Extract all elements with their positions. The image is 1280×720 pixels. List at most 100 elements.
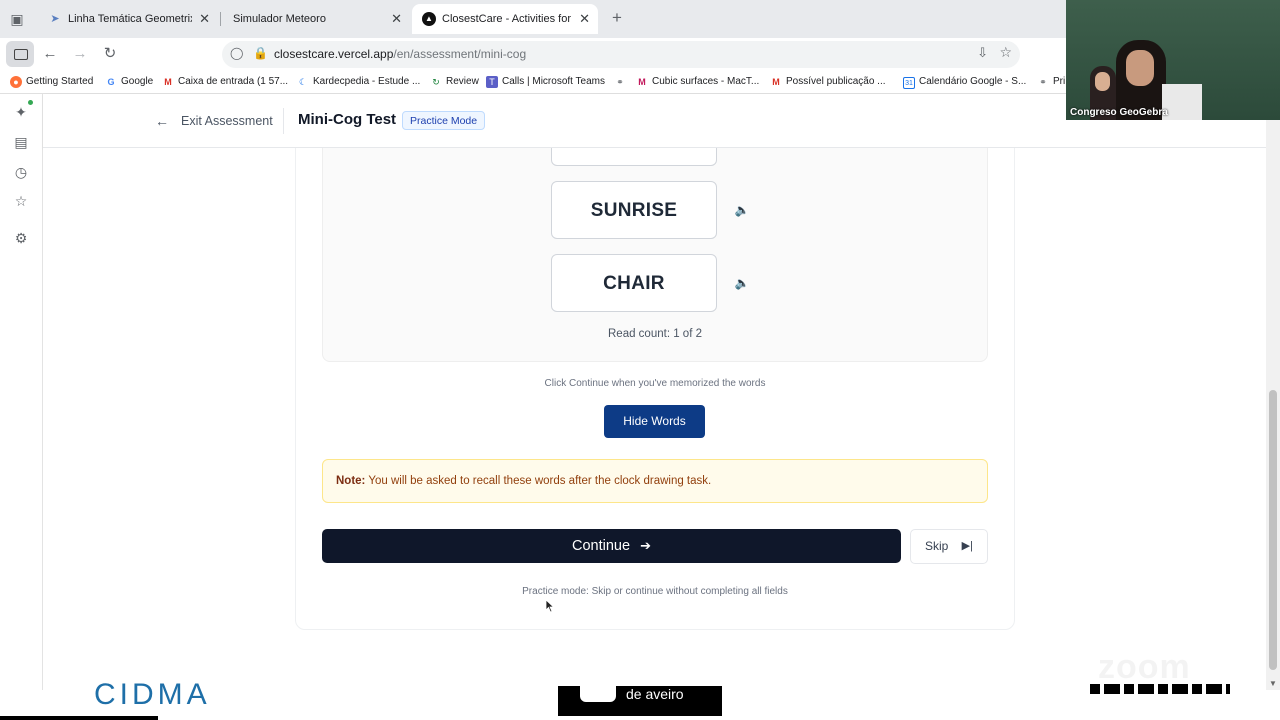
- kardecpedia-icon: ☾: [298, 77, 308, 87]
- participant-face: [1126, 50, 1154, 86]
- university-logo-block: de aveiro: [558, 686, 722, 716]
- forward-arrow-icon[interactable]: →: [68, 42, 92, 66]
- url-host: closestcare.vercel.app: [274, 47, 394, 61]
- browser-tab-closestcare[interactable]: ▲ ClosestCare - Activities for Elde ✕: [412, 4, 598, 34]
- tab-search-icon[interactable]: ▣: [8, 10, 26, 28]
- firefox-icon: ●: [10, 76, 22, 88]
- back-arrow-icon[interactable]: ←: [155, 111, 169, 131]
- bookmark-label: Kardecpedia - Estude ...: [313, 76, 421, 87]
- bookmark-kardecpedia[interactable]: ☾ Kardecpedia - Estude ...: [297, 70, 420, 94]
- bookmark-pri[interactable]: ⚭ Pri: [1037, 70, 1065, 94]
- scroll-thumb[interactable]: [1269, 390, 1277, 670]
- bookmark-label: Pri: [1053, 76, 1066, 87]
- bookmark-review[interactable]: ↻ Review: [430, 70, 479, 94]
- exit-assessment-link[interactable]: Exit Assessment: [181, 111, 273, 131]
- skip-label: Skip: [925, 539, 949, 553]
- bookmark-globe[interactable]: ⚭: [614, 70, 630, 94]
- url-path: /en/assessment/mini-cog: [393, 47, 527, 61]
- tab-separator: [220, 12, 221, 26]
- bookmark-label: Caixa de entrada (1 57...: [178, 76, 289, 87]
- tab-close-icon[interactable]: ✕: [579, 4, 590, 34]
- mactutor-icon: M: [638, 77, 646, 87]
- cidma-logo: CIDMA: [94, 678, 211, 711]
- reload-icon[interactable]: ↻: [98, 42, 122, 66]
- back-arrow-icon[interactable]: ←: [38, 42, 62, 66]
- shield-icon[interactable]: ◯: [230, 46, 244, 62]
- history-clock-icon[interactable]: ◷: [11, 162, 31, 182]
- browser-tab-simulador[interactable]: Simulador Meteoro ✕: [222, 4, 410, 34]
- zoom-watermark: zoom: [1098, 648, 1191, 686]
- read-count: Read count: 1 of 2: [608, 328, 702, 340]
- header-divider: [283, 108, 284, 134]
- status-dot: [28, 100, 33, 105]
- participant-clothing: [1162, 84, 1202, 120]
- bookmark-getting-started[interactable]: ● Getting Started: [10, 70, 93, 94]
- bookmark-cubic[interactable]: M Cubic surfaces - MacT...: [636, 70, 759, 94]
- bookmark-google[interactable]: G Google: [105, 70, 153, 94]
- address-bar[interactable]: ◯ 🔒 closestcare.vercel.app/en/assessment…: [222, 41, 1020, 68]
- collections-icon[interactable]: ▤: [11, 132, 31, 152]
- arrow-right-icon: ➔: [640, 538, 651, 553]
- mouse-cursor-icon: [545, 599, 555, 613]
- calendar-icon: 31: [903, 77, 915, 89]
- video-call-thumbnail: Congreso GeoGebra: [1066, 0, 1280, 120]
- continue-label: Continue: [572, 538, 631, 554]
- video-participant-label: Congreso GeoGebra: [1070, 107, 1168, 118]
- bookmark-calendario[interactable]: 31 Calendário Google - S...: [903, 70, 1026, 94]
- skip-button[interactable]: Skip ▶|: [910, 529, 988, 564]
- word-card: CHAIR: [551, 254, 717, 312]
- browser-side-rail: ✦ ▤ ◷ ☆ ⚙: [0, 94, 43, 690]
- settings-gear-icon[interactable]: ⚙: [11, 228, 31, 248]
- hide-words-button[interactable]: Hide Words: [604, 405, 705, 438]
- globe-icon: ⚭: [616, 77, 624, 87]
- bookmark-label: Calls | Microsoft Teams: [502, 76, 605, 87]
- bookmark-star-icon[interactable]: ☆: [999, 44, 1012, 61]
- assessment-main: SUNRISE 🔈 CHAIR 🔈 Read count: 1 of 2 Cli…: [43, 148, 1268, 690]
- bookmark-label: Cubic surfaces - MacT...: [652, 76, 760, 87]
- word-card: SUNRISE: [551, 181, 717, 239]
- speaker-icon[interactable]: 🔈: [734, 275, 750, 291]
- sparkle-icon[interactable]: ✦: [11, 102, 31, 122]
- closestcare-tab-icon: ▲: [422, 12, 436, 26]
- geogebra-tab-icon: ➤: [50, 13, 60, 25]
- google-icon: G: [107, 77, 115, 87]
- bookmark-caixa[interactable]: M Caixa de entrada (1 57...: [162, 70, 288, 94]
- favorites-star-icon[interactable]: ☆: [11, 191, 31, 211]
- globe-icon: ⚭: [1039, 77, 1047, 87]
- tab-label: ClosestCare - Activities for Elde: [442, 13, 572, 25]
- lock-icon[interactable]: 🔒: [253, 46, 268, 62]
- teams-icon: T: [486, 76, 498, 88]
- browser-tab-geometrix[interactable]: ➤ Linha Temática Geometrix ✕: [38, 4, 218, 34]
- url-text[interactable]: closestcare.vercel.app/en/assessment/min…: [274, 41, 526, 68]
- bookmark-label: Getting Started: [26, 76, 94, 87]
- browser-nav-bar: ← → ↻ ◯ 🔒 closestcare.vercel.app/en/asse…: [0, 38, 1066, 70]
- review-icon: ↻: [432, 77, 440, 87]
- bookmark-label: Google: [121, 76, 154, 87]
- taskbar-edge: [0, 716, 158, 720]
- bookmark-publicacao[interactable]: M Possível publicação ...: [770, 70, 885, 94]
- tab-label: Linha Temática Geometrix: [68, 13, 192, 25]
- practice-mode-badge: Practice Mode: [402, 111, 486, 130]
- word-card-hidden: [551, 148, 717, 166]
- presentation-footer: CIDMA de aveiro: [0, 678, 1280, 720]
- university-logo-text: de aveiro: [626, 686, 684, 702]
- qr-code-strip: [1090, 684, 1230, 694]
- memorize-hint: Click Continue when you've memorized the…: [544, 378, 766, 389]
- browser-tab-bar: ▣ ➤ Linha Temática Geometrix ✕ Simulador…: [0, 0, 1066, 38]
- continue-button[interactable]: Continue ➔: [322, 529, 901, 563]
- speaker-icon[interactable]: 🔈: [734, 202, 750, 218]
- sidebar-toggle-icon[interactable]: [6, 41, 34, 67]
- skip-forward-icon: ▶|: [961, 540, 973, 552]
- practice-mode-note: Practice mode: Skip or continue without …: [522, 586, 788, 597]
- bookmark-teams[interactable]: T Calls | Microsoft Teams: [486, 70, 605, 94]
- tab-label: Simulador Meteoro: [233, 13, 326, 25]
- tab-close-icon[interactable]: ✕: [391, 4, 402, 34]
- scroll-down-arrow-icon[interactable]: ▼: [1269, 679, 1277, 688]
- tab-close-icon[interactable]: ✕: [199, 4, 210, 34]
- gmail-icon: M: [772, 77, 780, 87]
- download-icon[interactable]: ⇩: [977, 45, 988, 61]
- participant-face: [1095, 72, 1110, 91]
- new-tab-plus-icon[interactable]: +: [608, 8, 626, 28]
- note-label: Note:: [336, 475, 366, 487]
- page-scrollbar[interactable]: ▲ ▼: [1266, 94, 1280, 690]
